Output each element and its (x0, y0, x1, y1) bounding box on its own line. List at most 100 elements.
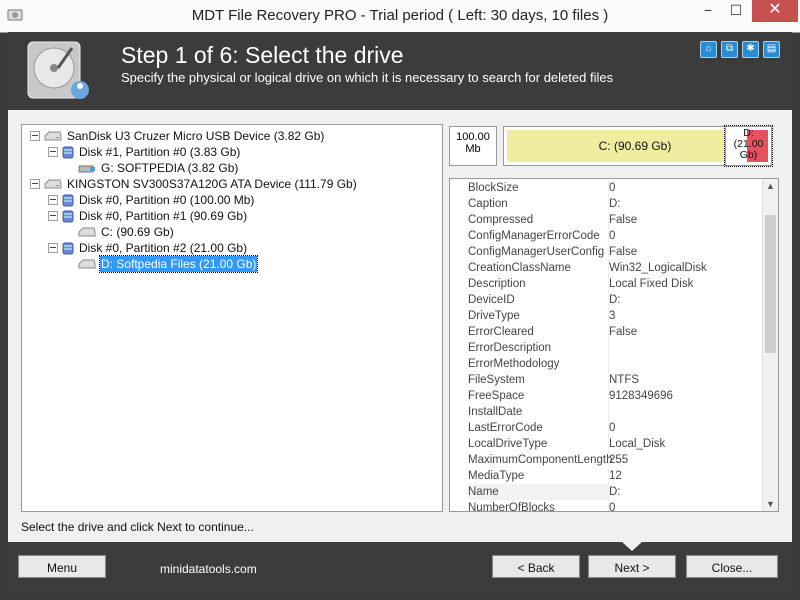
tree-node-label: KINGSTON SV300S37A120G ATA Device (111.7… (67, 177, 357, 191)
properties-list[interactable]: BlockSize 0 Caption D: Compressed False Config… (449, 178, 779, 512)
property-value: D: (609, 294, 621, 306)
network-icon[interactable]: ⧉ (721, 41, 738, 58)
property-name: FileSystem (468, 372, 609, 388)
property-row[interactable]: ConfigManagerUserConfig False (450, 244, 763, 260)
minimize-button[interactable]: − (694, 0, 722, 22)
tree-node[interactable]: Disk #0, Partition #2 (21.00 Gb) (22, 240, 440, 256)
property-row[interactable]: CreationClassName Win32_LogicalDisk (450, 260, 763, 276)
property-value: 0 (609, 502, 616, 512)
property-name: BlockSize (468, 180, 609, 196)
close-button[interactable]: Close... (686, 555, 778, 578)
property-value: 9128349696 (609, 390, 673, 402)
property-row[interactable]: Caption D: (450, 196, 763, 212)
drive-icon (78, 258, 96, 274)
gauge-partition-selected[interactable]: D: (21.00 Gb) (724, 125, 773, 167)
website-link[interactable]: minidatatools.com (160, 562, 257, 576)
property-name: ErrorMethodology (468, 356, 609, 372)
property-name: Name (468, 484, 609, 500)
back-button[interactable]: < Back (492, 555, 580, 578)
property-row[interactable]: MaximumComponentLength 255 (450, 452, 763, 468)
property-row[interactable]: LastErrorCode 0 (450, 420, 763, 436)
property-value: 0 (609, 422, 616, 434)
menu-button[interactable]: Menu (18, 555, 106, 578)
property-row[interactable]: FreeSpace 9128349696 (450, 388, 763, 404)
tree-node-label: D: Softpedia Files (21.00 Gb) (98, 255, 259, 273)
collapse-toggle-icon[interactable] (48, 243, 58, 253)
tree-node[interactable]: Disk #0, Partition #1 (90.69 Gb) (22, 208, 440, 224)
property-row[interactable]: BlockSize 0 (450, 180, 763, 196)
property-value: D: (609, 486, 621, 498)
properties-scrollbar[interactable]: ▲ ▼ (762, 179, 778, 511)
step-title: Step 1 of 6: Select the drive (121, 42, 404, 68)
property-value: 3 (609, 310, 616, 322)
property-row[interactable]: ConfigManagerErrorCode 0 (450, 228, 763, 244)
collapse-toggle-icon[interactable] (48, 147, 58, 157)
app-window: MDT File Recovery PRO - Trial period ( L… (0, 0, 800, 600)
tree-node-label: C: (90.69 Gb) (101, 225, 174, 239)
property-row[interactable]: ErrorMethodology (450, 356, 763, 372)
property-row[interactable]: Description Local Fixed Disk (450, 276, 763, 292)
next-button[interactable]: Next > (588, 555, 676, 578)
property-value: False (609, 214, 638, 226)
property-name: DeviceID (468, 292, 609, 308)
property-name: Caption (468, 196, 609, 212)
tree-node[interactable]: KINGSTON SV300S37A120G ATA Device (111.7… (22, 176, 440, 192)
header-toolbar: ⌂ ⧉ ✱ ▤ (700, 41, 780, 58)
property-value: Local Fixed Disk (609, 278, 694, 290)
property-row[interactable]: FileSystem NTFS (450, 372, 763, 388)
property-row[interactable]: Compressed False (450, 212, 763, 228)
tree-node-label: SanDisk U3 Cruzer Micro USB Device (3.82… (67, 129, 325, 143)
maximize-button[interactable]: ☐ (722, 0, 750, 22)
collapse-toggle-icon[interactable] (30, 179, 40, 189)
property-name: DriveType (468, 308, 609, 324)
scroll-down-arrow-icon[interactable]: ▼ (763, 497, 778, 511)
property-row[interactable]: NumberOfBlocks 0 (450, 500, 763, 512)
collapse-toggle-icon[interactable] (48, 195, 58, 205)
tree-node[interactable]: C: (90.69 Gb) (22, 224, 440, 240)
property-value: False (609, 246, 638, 258)
property-name: FreeSpace (468, 388, 609, 404)
property-name: ConfigManagerUserConfig (468, 244, 609, 260)
property-name: InstallDate (468, 404, 609, 420)
window-close-button[interactable]: ✕ (752, 0, 798, 22)
tree-node[interactable]: Disk #0, Partition #0 (100.00 Mb) (22, 192, 440, 208)
property-row[interactable]: ErrorDescription (450, 340, 763, 356)
property-name: ErrorDescription (468, 340, 609, 356)
property-row[interactable]: DriveType 3 (450, 308, 763, 324)
tree-node-label: Disk #1, Partition #0 (3.83 Gb) (79, 145, 241, 159)
property-name: NumberOfBlocks (468, 500, 609, 511)
hard-drive-icon (27, 41, 89, 99)
home-icon[interactable]: ⌂ (700, 41, 717, 58)
property-row[interactable]: ErrorCleared False (450, 324, 763, 340)
property-value: 12 (609, 470, 622, 482)
settings-icon[interactable]: ✱ (742, 41, 759, 58)
drive-tree[interactable]: SanDisk U3 Cruzer Micro USB Device (3.82… (21, 124, 443, 512)
gauge-partition-small[interactable]: 100.00 Mb (449, 126, 497, 166)
tree-node-label: Disk #0, Partition #1 (90.69 Gb) (79, 209, 248, 223)
tree-node[interactable]: SanDisk U3 Cruzer Micro USB Device (3.82… (22, 128, 440, 144)
property-name: MaximumComponentLength (468, 452, 613, 468)
collapse-toggle-icon[interactable] (30, 131, 40, 141)
property-value (609, 356, 759, 372)
title-bar[interactable]: MDT File Recovery PRO - Trial period ( L… (0, 0, 800, 33)
property-row[interactable]: Name D: (450, 484, 763, 500)
info-icon[interactable]: ▤ (763, 41, 780, 58)
gauge-right-label: D: (21.00 Gb) (733, 127, 764, 161)
property-row[interactable]: LocalDriveType Local_Disk (450, 436, 763, 452)
property-row[interactable]: InstallDate (450, 404, 763, 420)
property-name: MediaType (468, 468, 609, 484)
tree-node[interactable]: Disk #1, Partition #0 (3.83 Gb) (22, 144, 440, 160)
scrollbar-thumb[interactable] (765, 215, 776, 353)
property-value (609, 404, 759, 420)
scroll-up-arrow-icon[interactable]: ▲ (763, 179, 778, 193)
property-value: 0 (609, 182, 616, 194)
tree-node[interactable]: G: SOFTPEDIA (3.82 Gb) (22, 160, 440, 176)
property-row[interactable]: DeviceID D: (450, 292, 763, 308)
property-name: LastErrorCode (468, 420, 609, 436)
tree-node[interactable]: D: Softpedia Files (21.00 Gb) (22, 255, 440, 274)
property-row[interactable]: MediaType 12 (450, 468, 763, 484)
gauge-small-label: 100.00 Mb (456, 131, 490, 155)
wizard-content: SanDisk U3 Cruzer Micro USB Device (3.82… (8, 110, 792, 542)
collapse-toggle-icon[interactable] (48, 211, 58, 221)
wizard-header: Step 1 of 6: Select the drive Specify th… (8, 32, 792, 110)
